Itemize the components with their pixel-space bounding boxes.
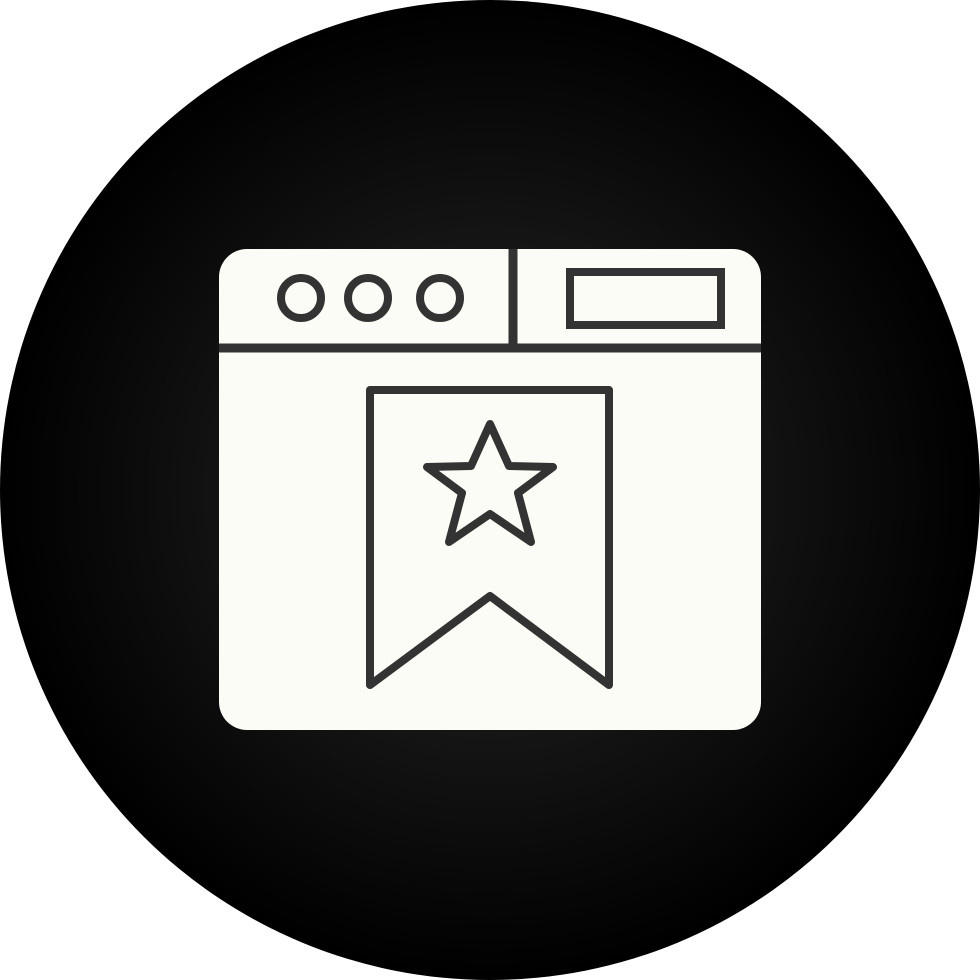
icon-canvas — [0, 0, 980, 980]
browser-bookmark-icon — [0, 0, 980, 980]
